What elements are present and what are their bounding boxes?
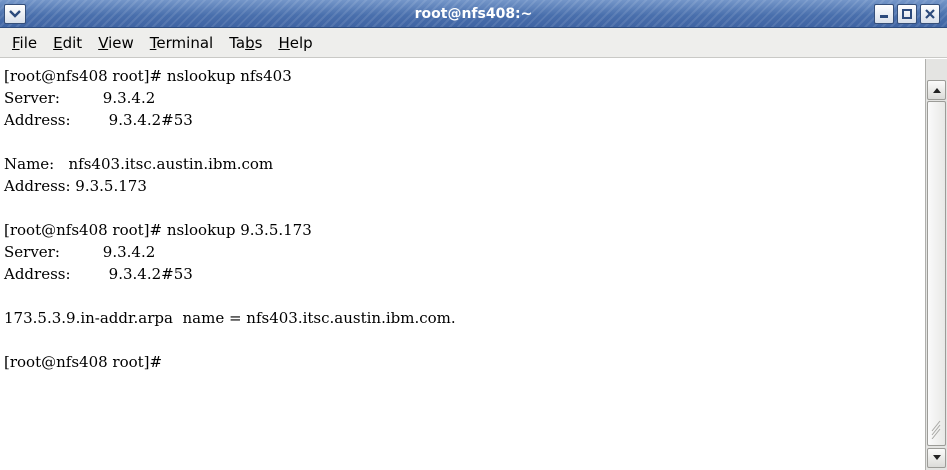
vertical-scrollbar[interactable] [925,59,947,470]
terminal-output[interactable]: [root@nfs408 root]# nslookup nfs403 Serv… [0,59,925,470]
terminal-window: root@nfs408:~ File Edit View Terminal Ta… [0,0,947,470]
terminal-line: Server: 9.3.4.2 [4,243,156,261]
arrow-up-icon [932,88,941,93]
terminal-line: Address: 9.3.4.2#53 [4,111,193,129]
terminal-prompt-line: [root@nfs408 root]# [4,353,163,371]
scroll-up-button[interactable] [927,80,946,100]
scroll-down-button[interactable] [927,448,946,468]
menu-edit[interactable]: Edit [45,30,90,56]
menu-tabs[interactable]: Tabs [221,30,270,56]
maximize-icon [902,9,912,19]
close-button[interactable] [920,4,940,24]
arrow-down-icon [932,455,941,460]
title-bar[interactable]: root@nfs408:~ [0,0,947,28]
scrollbar-thumb[interactable] [927,101,946,446]
terminal-line: Name: nfs403.itsc.austin.ibm.com [4,155,274,173]
menu-bar: File Edit View Terminal Tabs Help [0,28,947,58]
window-title: root@nfs408:~ [414,6,533,22]
terminal-line: [root@nfs408 root]# nslookup nfs403 [4,67,292,85]
terminal-line: 173.5.3.9.in-addr.arpa name = nfs403.its… [4,309,456,327]
terminal-line: Server: 9.3.4.2 [4,89,156,107]
terminal-line: [root@nfs408 root]# nslookup 9.3.5.173 [4,221,312,239]
menu-view[interactable]: View [90,30,142,56]
minimize-button[interactable] [874,4,894,24]
grip-icon [931,420,941,439]
menu-file[interactable]: File [4,30,45,56]
menu-terminal[interactable]: Terminal [142,30,221,56]
maximize-button[interactable] [897,4,917,24]
minimize-icon [880,15,888,18]
terminal-line: Address: 9.3.4.2#53 [4,265,193,283]
menu-help[interactable]: Help [270,30,320,56]
close-icon [925,9,935,19]
terminal-line: Address: 9.3.5.173 [4,177,147,195]
